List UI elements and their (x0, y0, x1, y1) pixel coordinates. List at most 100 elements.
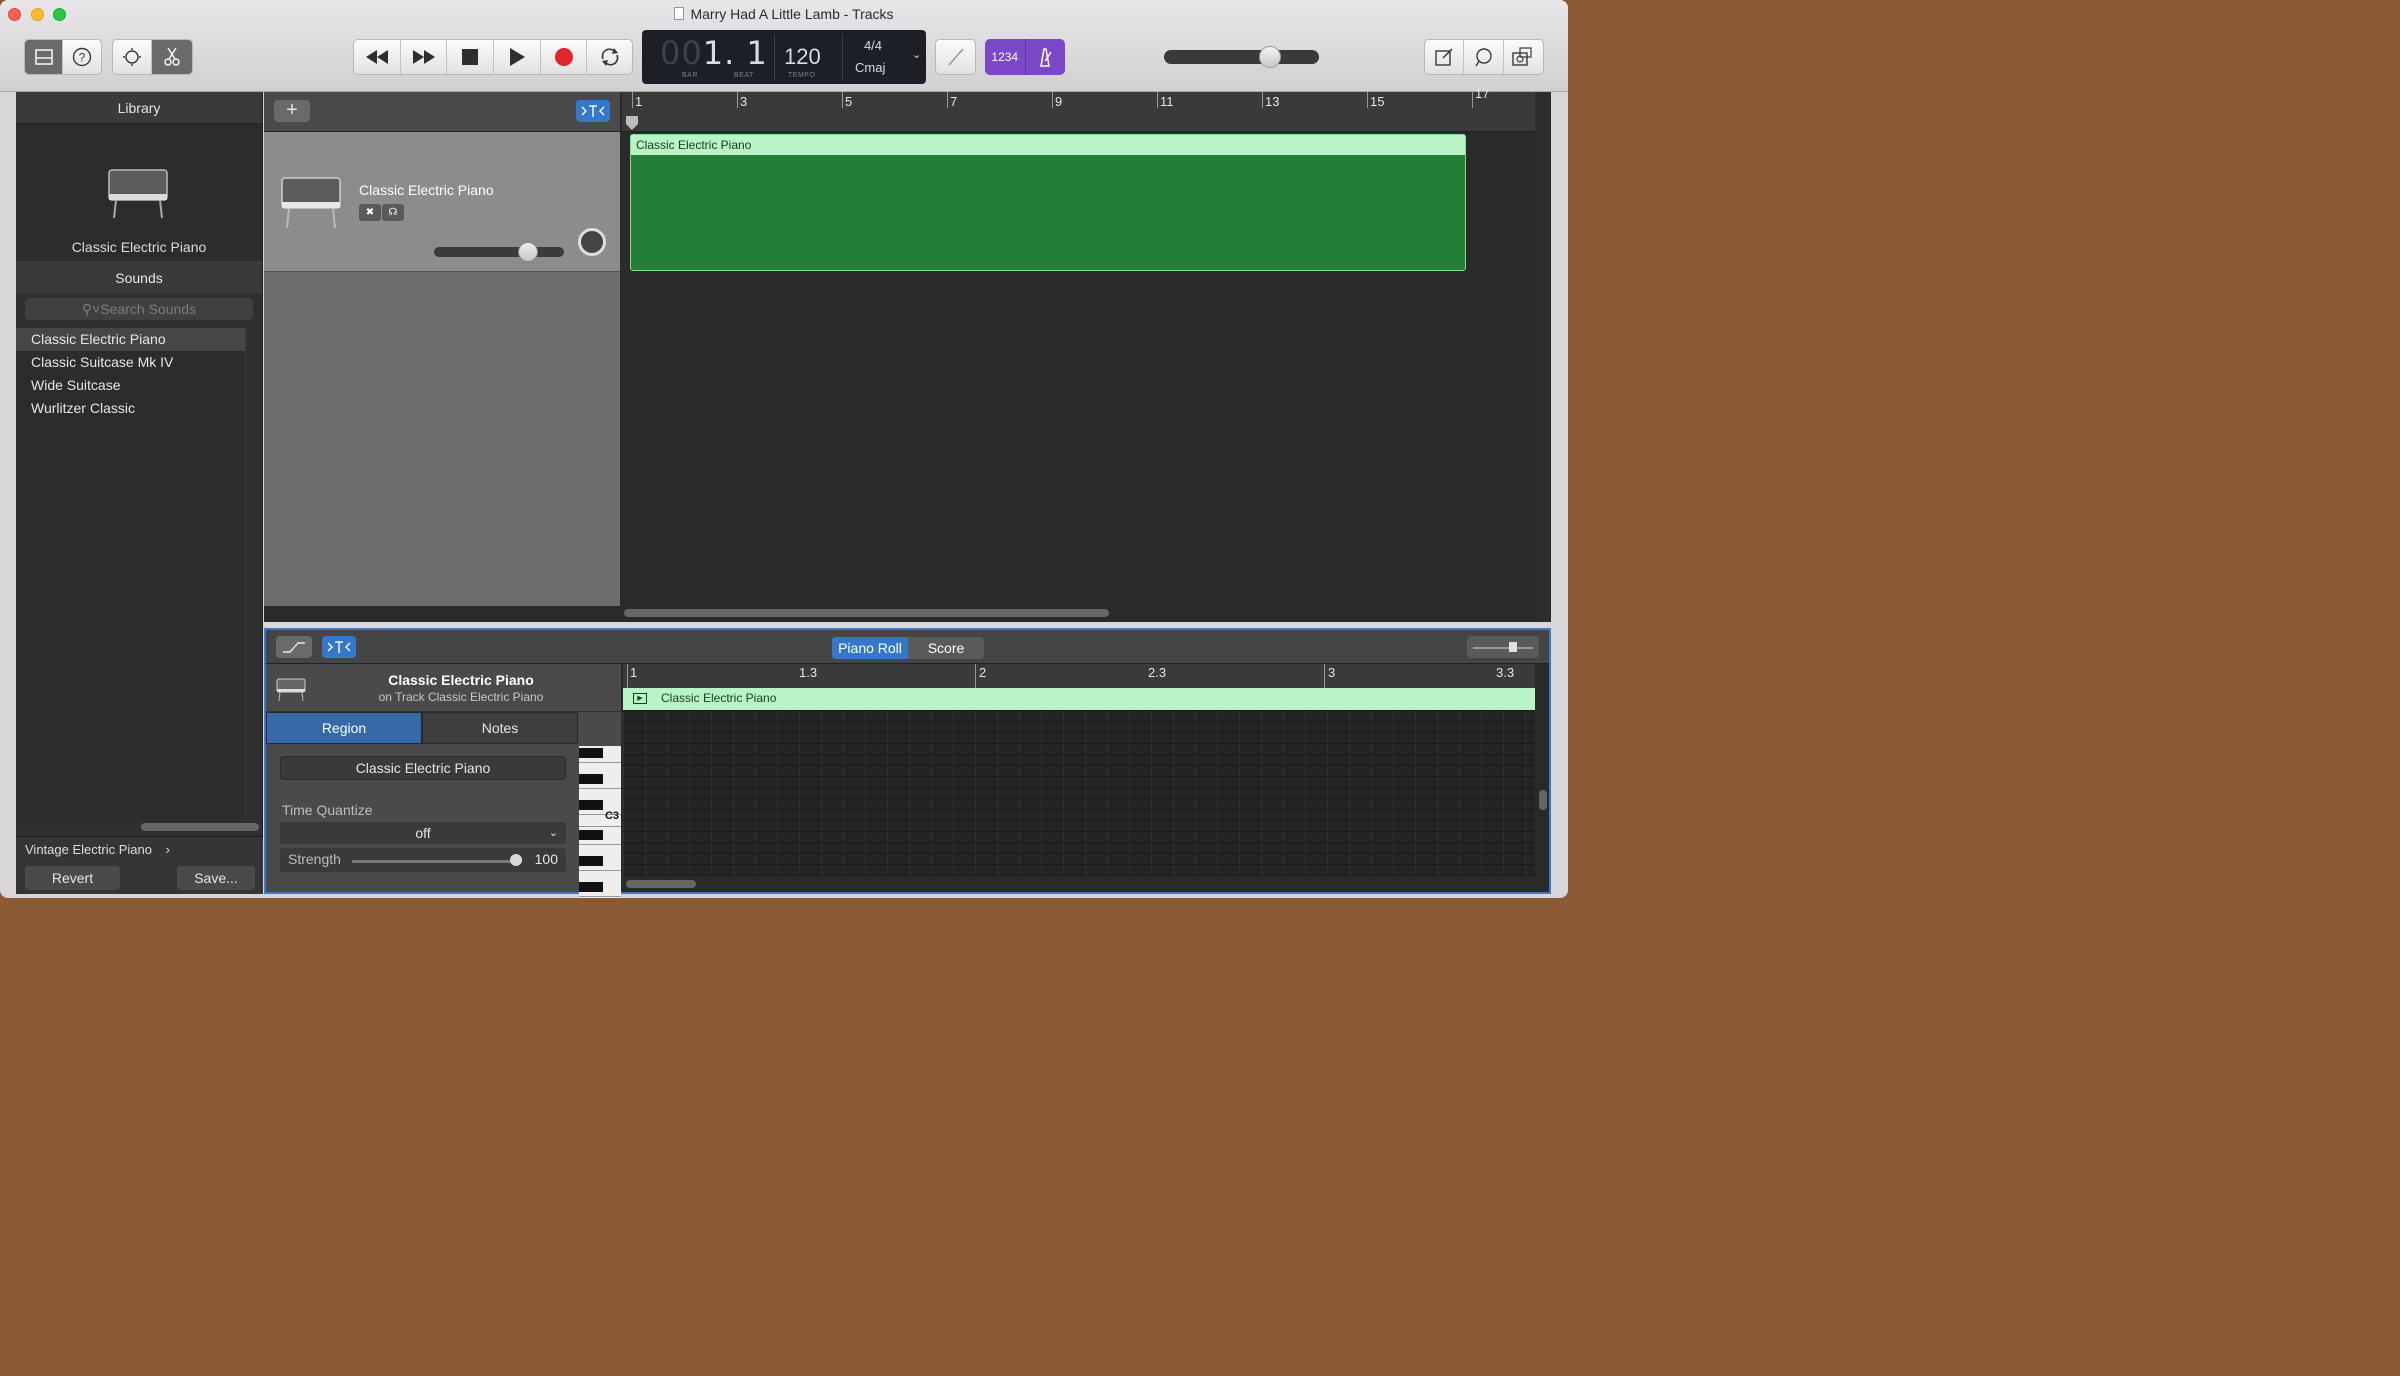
sounds-title: Sounds (16, 262, 262, 294)
search-sounds-input[interactable]: ⚲˅Search Sounds (25, 298, 253, 320)
region-play-icon: ▶ (633, 693, 647, 704)
scissors-icon (164, 47, 180, 66)
editor-horizontal-scrollbar[interactable] (626, 880, 696, 888)
master-volume-knob[interactable] (1259, 46, 1281, 68)
window-title: Marry Had A Little Lamb - Tracks (0, 6, 1568, 22)
ruler-tick (975, 664, 976, 688)
lcd-display[interactable]: 001. 1 BAR BEAT 120 TEMPO 4/4 Cmaj ⌄ (642, 30, 926, 84)
help-button[interactable]: ? (63, 40, 101, 74)
save-button[interactable]: Save... (177, 866, 255, 890)
track-name[interactable]: Classic Electric Piano (359, 182, 494, 198)
tab-score[interactable]: Score (908, 637, 984, 659)
cycle-button[interactable] (587, 40, 632, 74)
time-quantize-select[interactable]: off ⌄ (280, 822, 566, 844)
play-button[interactable] (494, 40, 541, 74)
tuner-button[interactable] (936, 40, 975, 74)
ruler-label: 1.3 (799, 665, 818, 680)
bar-label: BAR (682, 72, 698, 79)
editor-vertical-scrollbar[interactable] (1539, 790, 1547, 810)
automation-button[interactable] (276, 636, 312, 658)
tab-region[interactable]: Region (266, 712, 422, 744)
record-button[interactable] (541, 40, 588, 74)
tempo-label: TEMPO (788, 72, 816, 79)
track-lane[interactable]: Classic Electric Piano (622, 132, 1535, 606)
time-signature[interactable]: 4/4 (858, 38, 888, 53)
media-browser-button[interactable] (1504, 40, 1543, 74)
loop-browser-button[interactable] (1464, 40, 1504, 74)
black-key[interactable] (579, 748, 603, 758)
tracks-vertical-scroll-area[interactable] (1535, 92, 1551, 622)
ruler-label: 9 (1055, 94, 1063, 109)
fast-forward-button[interactable] (401, 40, 448, 74)
revert-button[interactable]: Revert (25, 866, 120, 890)
black-key[interactable] (579, 882, 603, 892)
loop-icon (1474, 48, 1492, 67)
strength-knob[interactable] (510, 854, 522, 866)
smart-controls-button[interactable] (113, 40, 153, 74)
ruler-tick (737, 92, 738, 108)
rewind-button[interactable] (354, 40, 401, 74)
strength-slider[interactable]: Strength 100 (280, 848, 566, 872)
garageband-window: Marry Had A Little Lamb - Tracks ? 001. … (0, 0, 1568, 898)
track-volume-slider[interactable] (434, 242, 564, 262)
timeline-ruler[interactable]: 1 3 5 7 9 11 13 15 17 (622, 86, 1535, 132)
master-volume-slider[interactable] (1164, 46, 1319, 68)
piano-roll-grid[interactable] (623, 710, 1535, 876)
play-icon (509, 48, 525, 66)
catch-playhead-icon (581, 105, 605, 117)
ruler-tick (947, 92, 948, 108)
c3-key-label: C3 (604, 810, 619, 822)
tempo-value[interactable]: 120 (784, 44, 821, 70)
solo-button[interactable]: ☊ (382, 204, 404, 221)
library-instrument[interactable]: Classic Electric Piano (16, 124, 262, 262)
add-track-button[interactable]: + (274, 100, 310, 122)
zoom-thumb[interactable] (1509, 642, 1517, 652)
editor-ruler[interactable]: 1 1.3 2 2.3 3 3.3 (623, 664, 1535, 688)
track-volume-knob[interactable] (518, 242, 538, 262)
playhead-icon[interactable] (626, 116, 638, 130)
library-icon (34, 49, 53, 65)
key-signature[interactable]: Cmaj (855, 60, 885, 75)
black-key[interactable] (579, 774, 603, 784)
search-icon: ⚲˅ (81, 301, 101, 317)
editor-toolbar: Piano Roll Score (266, 630, 1549, 664)
editor-instrument-header: Classic Electric Piano on Track Classic … (266, 664, 621, 712)
track-header[interactable]: Classic Electric Piano ✖ ☊ (264, 132, 620, 272)
library-scrollbar[interactable] (141, 823, 259, 831)
black-key[interactable] (579, 856, 603, 866)
count-in-button[interactable]: 1234 (985, 39, 1026, 75)
sound-item[interactable]: Classic Electric Piano (16, 328, 245, 351)
transport-group (353, 39, 633, 75)
metronome-button[interactable] (1026, 39, 1066, 75)
piano-keyboard[interactable]: C3 (579, 746, 621, 898)
pan-knob[interactable] (578, 228, 606, 256)
black-key[interactable] (579, 800, 603, 810)
track-header-empty-area (264, 272, 620, 606)
tab-piano-roll[interactable]: Piano Roll (832, 637, 908, 659)
chevron-right-icon: › (165, 842, 170, 857)
svg-text:?: ? (79, 51, 86, 65)
sound-item[interactable]: Classic Suitcase Mk IV (16, 351, 245, 374)
editors-button[interactable] (152, 40, 192, 74)
note-pad-button[interactable] (1425, 40, 1465, 74)
tab-notes[interactable]: Notes (422, 712, 578, 744)
editor-region-bar[interactable]: ▶ Classic Electric Piano (623, 688, 1535, 710)
time-quantize-value: off (415, 825, 431, 841)
sound-item[interactable]: Wide Suitcase (16, 374, 245, 397)
stop-button[interactable] (447, 40, 495, 74)
ruler-label: 2 (979, 665, 987, 680)
patch-breadcrumb[interactable]: Vintage Electric Piano › (25, 842, 170, 857)
stop-icon (462, 49, 479, 65)
audio-region[interactable]: Classic Electric Piano (630, 134, 1466, 271)
editor-zoom-slider[interactable] (1467, 636, 1539, 658)
sound-item[interactable]: Wurlitzer Classic (16, 397, 245, 420)
editor-catch-playhead-button[interactable] (322, 636, 356, 658)
editor-region-name: Classic Electric Piano (661, 691, 777, 705)
library-button[interactable] (25, 40, 64, 74)
black-key[interactable] (579, 830, 603, 840)
lcd-chevron-down-icon[interactable]: ⌄ (912, 48, 921, 61)
tracks-horizontal-scrollbar[interactable] (624, 609, 1109, 617)
catch-playhead-button[interactable] (576, 100, 610, 122)
region-name-field[interactable]: Classic Electric Piano (280, 756, 566, 780)
mute-button[interactable]: ✖ (359, 204, 381, 221)
